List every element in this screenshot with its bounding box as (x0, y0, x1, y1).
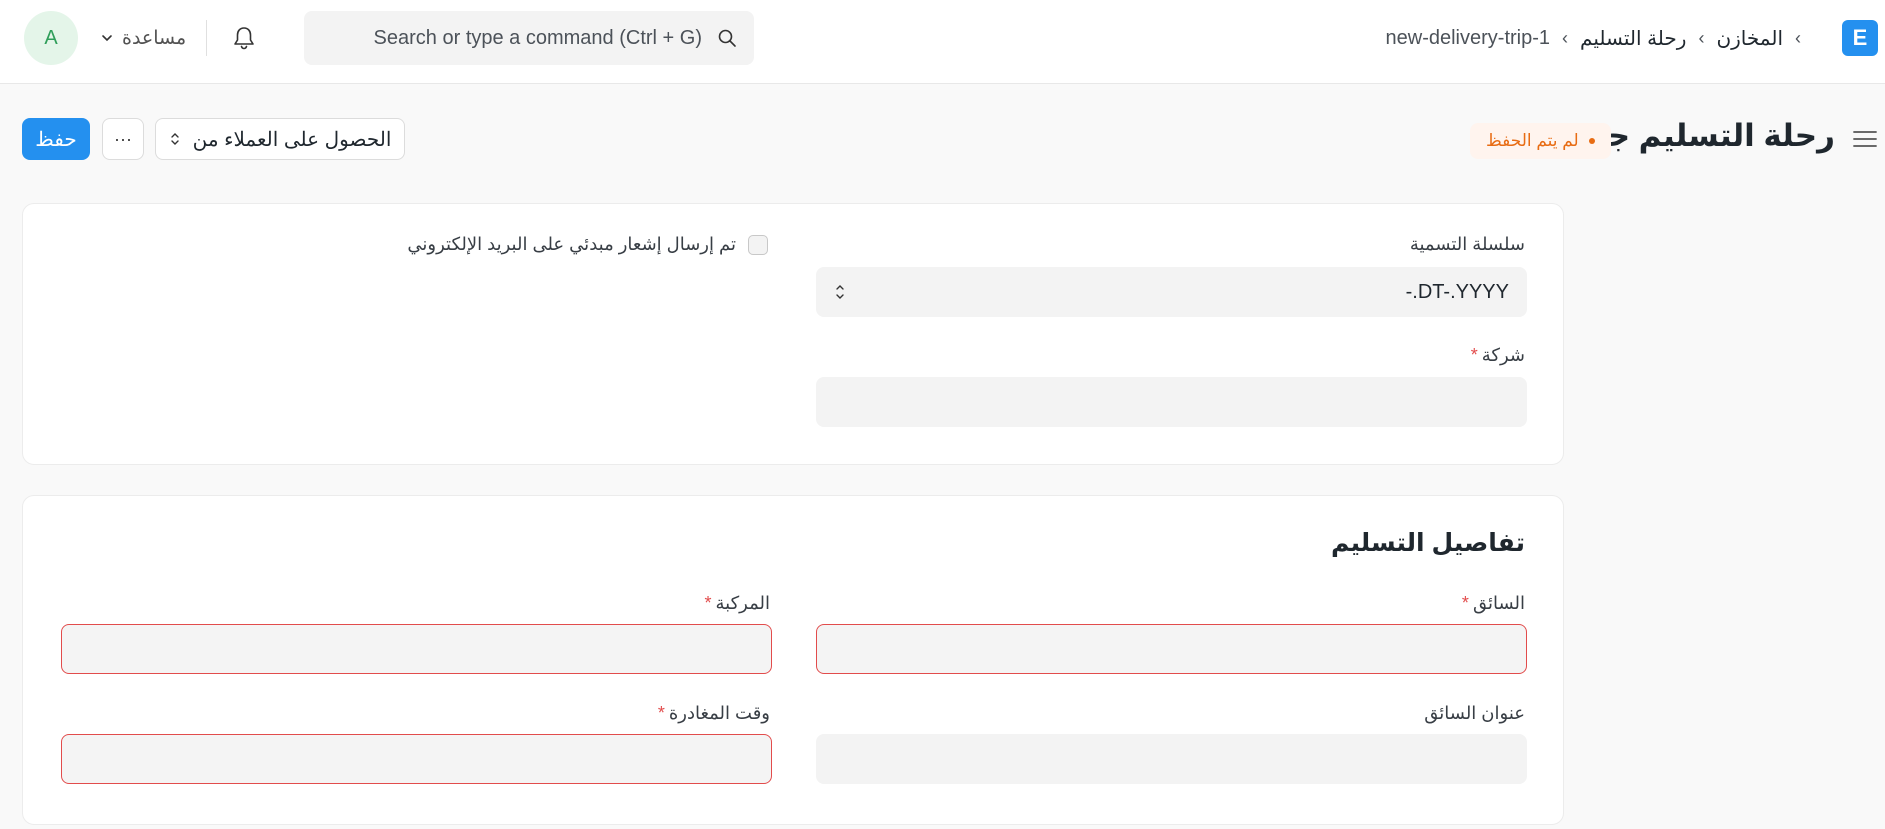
email-notification-label: تم إرسال إشعار مبدئي على البريد الإلكترو… (407, 234, 736, 254)
breadcrumb-separator: › (1698, 27, 1705, 48)
naming-series-label: سلسلة التسمية (1409, 234, 1525, 254)
status-badge: لم يتم الحفظ (1470, 123, 1611, 159)
logo-letter: E (1852, 25, 1868, 50)
chevron-down-icon (102, 35, 112, 42)
user-avatar[interactable]: A (24, 11, 78, 65)
top-navbar: A مساعدة Search or type a command (Ctrl … (0, 0, 1885, 84)
driver-address-label: عنوان السائق (1424, 703, 1525, 723)
avatar-initial: A (44, 26, 58, 49)
select-updown-icon (170, 133, 179, 145)
search-icon (718, 29, 736, 47)
driver-label: السائق* (1461, 593, 1525, 613)
get-customers-label: الحصول على العملاء من (192, 128, 392, 151)
departure-time-field[interactable] (61, 734, 772, 784)
breadcrumb-doctype[interactable]: رحلة التسليم (1580, 26, 1686, 51)
breadcrumb: › المخازن › رحلة التسليم › new-delivery-… (1386, 22, 1801, 54)
vehicle-field[interactable] (61, 624, 772, 674)
departure-time-label: وقت المغادرة* (657, 703, 770, 723)
help-label: مساعدة (122, 27, 187, 49)
email-notification-checkbox[interactable] (748, 234, 768, 255)
vehicle-label: المركبة* (704, 593, 771, 613)
company-field[interactable] (816, 377, 1527, 427)
breadcrumb-separator: › (1795, 27, 1801, 48)
naming-series-select[interactable]: -.DT-.YYYY (816, 267, 1527, 317)
breadcrumb-current: new-delivery-trip-1 (1385, 26, 1551, 49)
form-section-main: سلسلة التسمية -.DT-.YYYY شركة* تم إرسال … (22, 203, 1564, 465)
notification-bell-icon[interactable] (230, 24, 258, 52)
driver-address-field[interactable] (816, 734, 1527, 784)
save-label: حفظ (35, 128, 77, 151)
breadcrumb-module[interactable]: المخازن (1716, 26, 1783, 51)
save-button[interactable]: حفظ (22, 118, 90, 160)
search-placeholder: Search or type a command (Ctrl + G) (373, 26, 702, 49)
app-logo[interactable]: E (1842, 20, 1878, 56)
email-notification-row[interactable]: تم إرسال إشعار مبدئي على البريد الإلكترو… (407, 234, 768, 255)
select-updown-icon (836, 285, 844, 299)
help-dropdown[interactable]: مساعدة (100, 22, 186, 54)
company-label: شركة* (1470, 345, 1525, 365)
status-dot (1588, 138, 1595, 144)
sidebar-toggle-icon[interactable] (1852, 128, 1878, 150)
more-actions-button[interactable]: ··· (102, 118, 144, 160)
more-actions-label: ··· (114, 128, 132, 149)
form-section-delivery-details: تفاصيل التسليم السائق* المركبة* عنوان ال… (22, 495, 1564, 825)
navbar-divider (206, 20, 207, 56)
get-customers-button[interactable]: الحصول على العملاء من (155, 118, 405, 160)
awesomebar-search[interactable]: Search or type a command (Ctrl + G) (304, 11, 754, 65)
naming-series-value: -.DT-.YYYY (1405, 280, 1509, 303)
status-label: لم يتم الحفظ (1486, 131, 1579, 150)
section-title: تفاصيل التسليم (1330, 529, 1525, 557)
driver-field[interactable] (816, 624, 1527, 674)
breadcrumb-separator: › (1562, 27, 1569, 48)
